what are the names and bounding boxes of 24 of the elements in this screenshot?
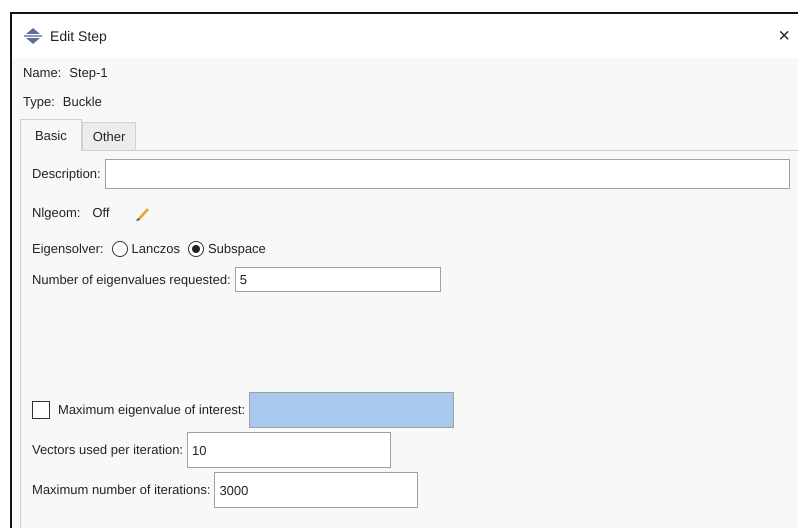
field-label: Vectors used per iteration: <box>32 441 184 460</box>
name-label: Name: <box>23 64 62 82</box>
radio-option[interactable]: Lanczos <box>112 239 180 259</box>
description-field[interactable] <box>104 159 790 189</box>
field-label: Number of eigenvalues requested: <box>32 270 231 289</box>
radio-option[interactable]: Subspace <box>188 239 266 259</box>
close-button[interactable]: × <box>774 26 794 46</box>
input-field[interactable]: 10 <box>187 432 392 468</box>
name-value: Step-1 <box>69 64 108 82</box>
move-arrows-icon <box>24 28 42 44</box>
type-label: Type: <box>23 93 55 112</box>
description-label: Description: <box>32 165 101 184</box>
max-eigenvalue-label: Maximum eigenvalue of interest: <box>58 401 246 420</box>
nlgeom-label: Nlgeom: <box>32 204 80 222</box>
input-field[interactable]: 5 <box>234 267 441 292</box>
field-label: Maximum number of iterations: <box>32 481 210 500</box>
checkbox[interactable] <box>32 401 50 419</box>
nlgeom-value: Off <box>92 204 110 222</box>
window-title: Edit Step <box>50 26 107 46</box>
input-field[interactable]: 3000 <box>214 472 418 508</box>
eigensolver-label: Eigensolver: <box>32 240 104 258</box>
tab[interactable]: Basic <box>20 119 82 151</box>
type-value: Buckle <box>62 93 102 112</box>
tab[interactable]: Other <box>82 122 136 150</box>
